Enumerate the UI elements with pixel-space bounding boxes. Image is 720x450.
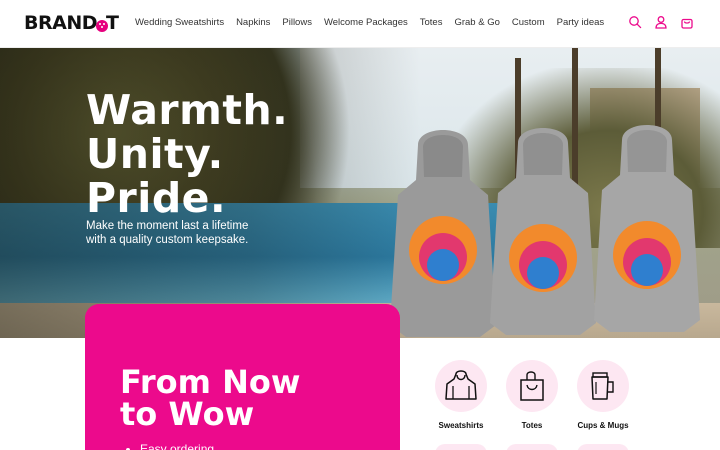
category-sweatshirts[interactable]: Sweatshirts [426,360,496,430]
nav-item-totes[interactable]: Totes [420,17,443,28]
sweatshirt-icon [445,370,477,400]
hero-subtitle: Make the moment last a lifetime with a q… [86,220,249,246]
main-nav: Wedding Sweatshirts Napkins Pillows Welc… [135,17,604,28]
nav-item-napkins[interactable]: Napkins [236,17,270,28]
category-totes[interactable]: Totes [497,360,567,430]
header-actions [628,15,694,29]
nav-item-wedding-sweatshirts[interactable]: Wedding Sweatshirts [135,17,224,28]
category-circle-peek [506,444,558,450]
hero-title-line: Unity. [86,130,224,178]
search-icon[interactable] [628,15,642,29]
category-circle [435,360,487,412]
category-circle [577,360,629,412]
cart-icon[interactable] [680,15,694,29]
promo-card: From Now to Wow Easy ordering [85,304,400,450]
nav-item-pillows[interactable]: Pillows [282,17,312,28]
promo-title-line: to Wow [120,395,255,433]
hero-banner: Warmth. Unity. Pride. Make the moment la… [0,48,720,338]
nav-item-custom[interactable]: Custom [512,17,545,28]
brand-logo[interactable]: BRAND T [24,12,119,34]
promo-bullet: Easy ordering [140,442,214,450]
category-circle-peek [577,444,629,450]
category-label: Totes [521,421,543,430]
nav-item-welcome-packages[interactable]: Welcome Packages [324,17,408,28]
mug-icon [591,372,614,400]
tote-bag-icon [520,371,544,401]
hoodie-image [390,130,496,337]
nav-item-grab-go[interactable]: Grab & Go [454,17,499,28]
hero-title: Warmth. Unity. Pride. [86,88,288,220]
promo-title-line: From Now [120,363,301,401]
hoodie-image [490,128,596,335]
hero-title-line: Pride. [86,174,227,222]
nav-item-party-ideas[interactable]: Party ideas [557,17,605,28]
category-label: Cups & Mugs [577,421,629,430]
hero-title-line: Warmth. [86,86,289,134]
promo-bullets: Easy ordering [140,442,214,450]
logo-text-right: T [106,12,119,34]
category-label: Sweatshirts [438,421,484,430]
logo-text-left: BRAND [24,12,98,34]
hoodie-image [594,125,700,332]
category-circle-peek [435,444,487,450]
category-cups-mugs[interactable]: Cups & Mugs [568,360,638,430]
category-circle [506,360,558,412]
promo-title: From Now to Wow [120,366,300,430]
logo-dot-icon [96,20,108,32]
account-icon[interactable] [654,15,668,29]
site-header: BRAND T Wedding Sweatshirts Napkins Pill… [0,0,720,48]
